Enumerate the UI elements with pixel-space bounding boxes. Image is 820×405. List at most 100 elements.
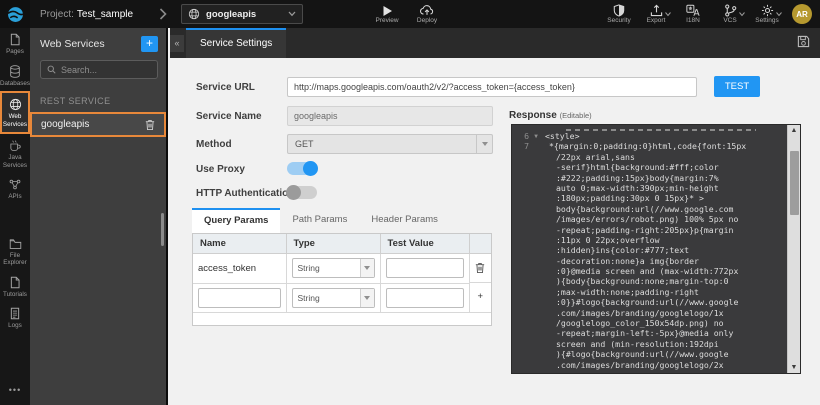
use-proxy-label: Use Proxy <box>196 164 245 175</box>
service-search-box[interactable] <box>40 60 158 79</box>
service-selector-dropdown[interactable]: googleapis <box>181 4 303 24</box>
shield-icon <box>613 4 625 17</box>
project-name: Test_sample <box>77 9 133 20</box>
service-url-input[interactable] <box>287 77 697 97</box>
tutorial-doc-icon <box>9 276 21 289</box>
code-area[interactable]: 6▼<style> 7*{margin:0;padding:0}html,cod… <box>512 125 787 373</box>
save-icon[interactable] <box>797 35 810 48</box>
api-nodes-icon <box>9 178 21 191</box>
chevron-down-icon <box>776 12 782 17</box>
security-label: Security <box>607 17 630 24</box>
service-list-item-googleapis[interactable]: googleapis <box>30 112 166 137</box>
sidebar-item-databases[interactable]: Databases <box>0 60 30 92</box>
tab-query-params[interactable]: Query Params <box>192 208 280 233</box>
export-button[interactable]: Export <box>644 4 668 24</box>
use-proxy-toggle[interactable] <box>287 162 317 175</box>
response-code-editor[interactable]: 6▼<style> 7*{margin:0;padding:0}html,cod… <box>511 124 801 374</box>
branch-icon <box>724 4 737 17</box>
chevron-down-icon <box>476 135 492 153</box>
chevron-down-icon <box>739 12 745 17</box>
search-input[interactable] <box>61 65 153 75</box>
page-icon <box>9 33 21 46</box>
new-param-name-input[interactable] <box>198 288 281 308</box>
deploy-label: Deploy <box>417 17 437 24</box>
add-service-button[interactable]: + <box>141 36 158 52</box>
scrollbar-thumb[interactable] <box>790 151 799 215</box>
query-params-panel: Name Type Test Value access_token String <box>192 233 492 326</box>
param-name-cell: access_token <box>193 254 286 284</box>
i18n-label: I18N <box>686 17 700 24</box>
http-auth-label: HTTP Authentication <box>196 188 294 199</box>
param-type-select[interactable]: String <box>292 258 375 278</box>
chevron-down-icon <box>360 259 374 277</box>
tab-path-params[interactable]: Path Params <box>280 208 359 233</box>
folder-icon <box>9 238 22 250</box>
collapse-panel-button[interactable]: « <box>170 35 184 52</box>
export-label: Export <box>647 17 666 24</box>
chevron-right-icon <box>159 8 167 20</box>
method-label: Method <box>196 139 232 150</box>
http-auth-toggle[interactable] <box>287 186 317 199</box>
coffee-cup-icon <box>9 139 21 152</box>
fold-arrow-icon[interactable]: ▼ <box>532 131 540 141</box>
project-breadcrumb: Project:Test_sample <box>40 9 133 20</box>
new-param-test-value-input[interactable] <box>386 288 464 308</box>
method-value: GET <box>288 139 476 149</box>
service-name-label: Service Name <box>196 111 262 122</box>
web-services-panel: Web Services + REST SERVICE googleapis <box>30 28 168 405</box>
selected-service-label: googleapis <box>206 9 288 20</box>
sidebar-item-web-services[interactable]: Web Services <box>0 91 30 134</box>
workspace-actions: Security Export I18N VCS Settings AR <box>607 4 812 24</box>
preview-button[interactable]: Preview <box>375 4 399 24</box>
wavemaker-logo-icon[interactable] <box>0 0 30 28</box>
scroll-down-icon[interactable]: ▼ <box>788 362 800 373</box>
user-avatar[interactable]: AR <box>792 4 812 24</box>
service-name-label: googleapis <box>41 119 145 130</box>
run-actions: Preview Deploy <box>375 4 439 24</box>
add-param-button[interactable]: + <box>469 283 491 312</box>
column-header-actions <box>469 234 491 254</box>
editor-tab-bar: « Service Settings <box>170 28 820 58</box>
chevron-down-icon <box>288 11 296 17</box>
left-nav-rail: Pages Databases Web Services Java Servic… <box>0 28 30 405</box>
editor-scrollbar[interactable]: ▲ ▼ <box>787 125 800 373</box>
sidebar-item-logs[interactable]: Logs <box>0 302 30 334</box>
translate-icon <box>686 4 700 17</box>
deploy-button[interactable]: Deploy <box>415 4 439 24</box>
tab-header-params[interactable]: Header Params <box>359 208 450 233</box>
param-test-value-input[interactable] <box>386 258 464 278</box>
column-header-name: Name <box>193 234 286 254</box>
cloud-upload-icon <box>420 4 434 17</box>
log-file-icon <box>9 307 21 320</box>
scroll-up-icon[interactable]: ▲ <box>788 125 800 136</box>
service-settings-content: Service URL TEST Service Name googleapis… <box>170 58 820 405</box>
method-select[interactable]: GET <box>287 134 493 154</box>
delete-param-button[interactable] <box>470 254 492 283</box>
rail-spacer <box>0 205 30 233</box>
settings-button[interactable]: Settings <box>755 4 779 24</box>
globe-icon <box>9 98 22 111</box>
settings-label: Settings <box>755 17 779 24</box>
search-icon <box>47 65 56 74</box>
panel-scrollbar[interactable] <box>161 213 164 246</box>
security-button[interactable]: Security <box>607 4 631 24</box>
response-label: Response (Editable) <box>509 110 592 121</box>
new-param-type-select[interactable]: String <box>292 288 375 308</box>
preview-label: Preview <box>375 17 398 24</box>
sidebar-item-file-explorer[interactable]: File Explorer <box>0 233 30 271</box>
export-icon <box>650 4 663 17</box>
sidebar-item-pages[interactable]: Pages <box>0 28 30 60</box>
i18n-button[interactable]: I18N <box>681 4 705 24</box>
chevron-down-icon <box>665 12 671 17</box>
sidebar-item-apis[interactable]: APIs <box>0 173 30 205</box>
main-area: « Service Settings Service URL TEST Serv… <box>170 28 820 405</box>
tab-service-settings[interactable]: Service Settings <box>186 28 286 58</box>
column-header-type: Type <box>286 234 380 254</box>
sidebar-item-java-services[interactable]: Java Services <box>0 134 30 173</box>
test-button[interactable]: TEST <box>714 76 760 97</box>
delete-service-icon[interactable] <box>145 119 155 131</box>
sidebar-item-tutorials[interactable]: Tutorials <box>0 271 30 303</box>
table-row: String + <box>193 283 491 312</box>
more-options-button[interactable]: ••• <box>0 385 30 395</box>
vcs-button[interactable]: VCS <box>718 4 742 24</box>
